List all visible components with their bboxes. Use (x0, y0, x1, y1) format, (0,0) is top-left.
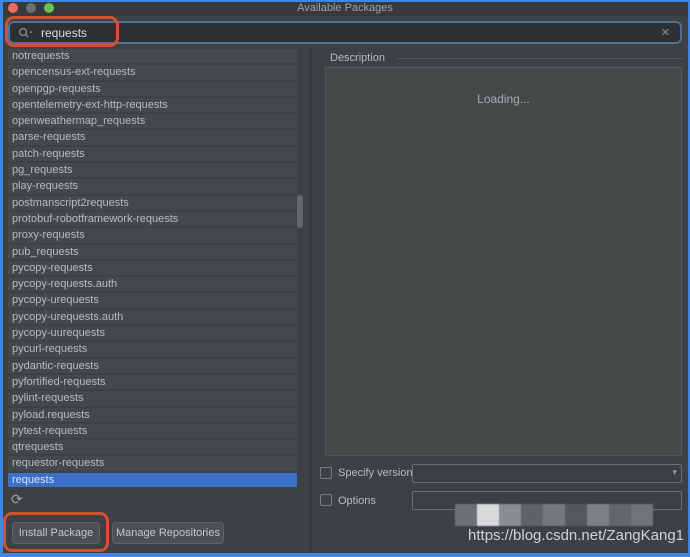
list-item[interactable]: qtrequests (8, 440, 297, 455)
list-item[interactable]: pycopy-requests.auth (8, 277, 297, 292)
mosaic-block (455, 504, 477, 526)
close-button[interactable] (8, 3, 18, 13)
window-title: Available Packages (297, 2, 393, 14)
mosaic-block (521, 504, 543, 526)
list-item[interactable]: pycopy-uurequests (8, 326, 297, 341)
list-item[interactable]: pyload.requests (8, 407, 297, 422)
description-header: Description (330, 52, 386, 64)
title-bar: Available Packages (0, 0, 690, 16)
list-item[interactable]: pydantic-requests (8, 358, 297, 373)
list-item[interactable]: patch-requests (8, 146, 297, 162)
list-item[interactable]: requestor-requests (8, 456, 297, 471)
zoom-button[interactable] (44, 3, 54, 13)
description-panel: Loading... (325, 67, 682, 456)
list-item[interactable]: parse-requests (8, 130, 297, 145)
mosaic-block (631, 504, 653, 526)
list-item[interactable]: requests (8, 472, 297, 488)
list-item[interactable]: opencensus-ext-requests (8, 65, 297, 80)
mosaic-block (477, 504, 499, 526)
refresh-icon[interactable]: ⟳ (11, 492, 23, 506)
mosaic-block (543, 504, 565, 526)
specify-version-label: Specify version (338, 467, 413, 479)
list-item[interactable]: pg_requests (8, 163, 297, 178)
manage-repositories-button[interactable]: Manage Repositories (112, 522, 224, 544)
options-label: Options (338, 495, 376, 507)
minimize-button[interactable] (26, 3, 36, 13)
list-item[interactable]: pycopy-urequests.auth (8, 309, 297, 325)
watermark-text: https://blog.csdn.net/ZangKang1 (468, 527, 684, 544)
list-item[interactable]: openpgp-requests (8, 81, 297, 96)
list-item[interactable]: pylint-requests (8, 391, 297, 406)
list-item[interactable]: pyfortified-requests (8, 374, 297, 390)
list-item[interactable]: opentelemetry-ext-http-requests (8, 97, 297, 113)
list-item[interactable]: pycurl-requests (8, 342, 297, 357)
loading-text: Loading... (477, 92, 530, 106)
list-item[interactable]: pub_requests (8, 244, 297, 259)
panel-splitter[interactable] (310, 49, 312, 551)
description-header-line (398, 58, 682, 59)
list-item[interactable]: pycopy-urequests (8, 293, 297, 308)
list-item[interactable]: pytest-requests (8, 423, 297, 439)
list-item[interactable]: play-requests (8, 179, 297, 194)
list-item[interactable]: openweathermap_requests (8, 114, 297, 129)
list-item[interactable]: postmanscript2requests (8, 195, 297, 210)
list-item[interactable]: pycopy-requests (8, 260, 297, 276)
search-input[interactable] (41, 25, 659, 40)
mosaic-block (587, 504, 609, 526)
annotation-install-highlight (3, 512, 109, 552)
list-item[interactable]: protobuf-robotframework-requests (8, 211, 297, 227)
list-scrollbar-thumb[interactable] (297, 195, 303, 228)
mosaic-block (565, 504, 587, 526)
version-combo-input[interactable] (412, 464, 682, 483)
mosaic-block (609, 504, 631, 526)
version-combobox[interactable]: ▾ (412, 464, 682, 483)
options-checkbox[interactable] (320, 494, 332, 506)
mosaic-block (499, 504, 521, 526)
package-list: notrequests opencensus-ext-requests openpg… (8, 49, 297, 489)
list-item[interactable]: proxy-requests (8, 228, 297, 243)
annotation-search-highlight (5, 16, 119, 47)
list-item[interactable]: notrequests (8, 49, 297, 64)
clear-search-icon[interactable]: ✕ (659, 26, 672, 39)
specify-version-checkbox[interactable] (320, 467, 332, 479)
watermark-mosaic (455, 504, 653, 526)
